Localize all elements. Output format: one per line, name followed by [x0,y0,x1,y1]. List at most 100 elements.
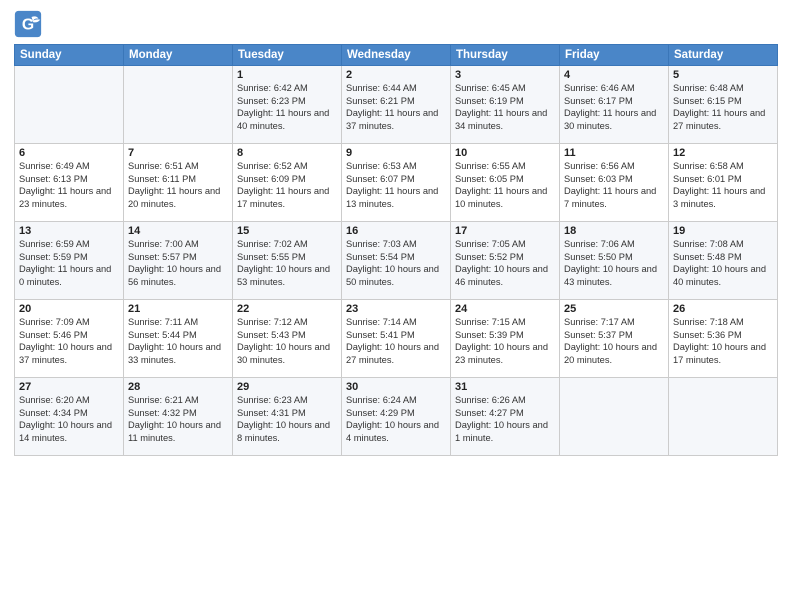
day-cell: 19Sunrise: 7:08 AM Sunset: 5:48 PM Dayli… [669,222,778,300]
day-cell: 12Sunrise: 6:58 AM Sunset: 6:01 PM Dayli… [669,144,778,222]
day-content: Sunrise: 6:20 AM Sunset: 4:34 PM Dayligh… [19,394,119,444]
day-cell [669,378,778,456]
calendar-table: SundayMondayTuesdayWednesdayThursdayFrid… [14,44,778,456]
day-number: 26 [673,303,773,315]
day-cell: 24Sunrise: 7:15 AM Sunset: 5:39 PM Dayli… [451,300,560,378]
day-cell: 30Sunrise: 6:24 AM Sunset: 4:29 PM Dayli… [342,378,451,456]
day-content: Sunrise: 6:49 AM Sunset: 6:13 PM Dayligh… [19,160,119,210]
day-content: Sunrise: 6:45 AM Sunset: 6:19 PM Dayligh… [455,82,555,132]
day-cell: 27Sunrise: 6:20 AM Sunset: 4:34 PM Dayli… [15,378,124,456]
logo-icon: G [14,10,42,38]
day-number: 25 [564,303,664,315]
day-number: 12 [673,147,773,159]
day-cell: 25Sunrise: 7:17 AM Sunset: 5:37 PM Dayli… [560,300,669,378]
day-number: 5 [673,69,773,81]
day-number: 1 [237,69,337,81]
weekday-header-thursday: Thursday [451,45,560,66]
logo: G [14,10,46,38]
day-content: Sunrise: 7:08 AM Sunset: 5:48 PM Dayligh… [673,238,773,288]
day-content: Sunrise: 6:42 AM Sunset: 6:23 PM Dayligh… [237,82,337,132]
day-content: Sunrise: 6:55 AM Sunset: 6:05 PM Dayligh… [455,160,555,210]
weekday-header-row: SundayMondayTuesdayWednesdayThursdayFrid… [15,45,778,66]
day-content: Sunrise: 7:05 AM Sunset: 5:52 PM Dayligh… [455,238,555,288]
day-number: 6 [19,147,119,159]
day-cell: 18Sunrise: 7:06 AM Sunset: 5:50 PM Dayli… [560,222,669,300]
day-cell: 31Sunrise: 6:26 AM Sunset: 4:27 PM Dayli… [451,378,560,456]
day-content: Sunrise: 6:56 AM Sunset: 6:03 PM Dayligh… [564,160,664,210]
day-content: Sunrise: 6:21 AM Sunset: 4:32 PM Dayligh… [128,394,228,444]
day-content: Sunrise: 6:52 AM Sunset: 6:09 PM Dayligh… [237,160,337,210]
day-cell: 17Sunrise: 7:05 AM Sunset: 5:52 PM Dayli… [451,222,560,300]
day-cell: 16Sunrise: 7:03 AM Sunset: 5:54 PM Dayli… [342,222,451,300]
day-cell: 7Sunrise: 6:51 AM Sunset: 6:11 PM Daylig… [124,144,233,222]
day-number: 11 [564,147,664,159]
day-cell: 22Sunrise: 7:12 AM Sunset: 5:43 PM Dayli… [233,300,342,378]
week-row-1: 1Sunrise: 6:42 AM Sunset: 6:23 PM Daylig… [15,66,778,144]
week-row-5: 27Sunrise: 6:20 AM Sunset: 4:34 PM Dayli… [15,378,778,456]
day-content: Sunrise: 6:44 AM Sunset: 6:21 PM Dayligh… [346,82,446,132]
day-number: 29 [237,381,337,393]
day-number: 3 [455,69,555,81]
day-number: 15 [237,225,337,237]
day-content: Sunrise: 7:17 AM Sunset: 5:37 PM Dayligh… [564,316,664,366]
day-number: 7 [128,147,228,159]
day-number: 17 [455,225,555,237]
day-number: 4 [564,69,664,81]
day-content: Sunrise: 6:48 AM Sunset: 6:15 PM Dayligh… [673,82,773,132]
day-number: 8 [237,147,337,159]
day-cell: 10Sunrise: 6:55 AM Sunset: 6:05 PM Dayli… [451,144,560,222]
day-cell: 20Sunrise: 7:09 AM Sunset: 5:46 PM Dayli… [15,300,124,378]
day-cell: 23Sunrise: 7:14 AM Sunset: 5:41 PM Dayli… [342,300,451,378]
weekday-header-monday: Monday [124,45,233,66]
day-cell: 1Sunrise: 6:42 AM Sunset: 6:23 PM Daylig… [233,66,342,144]
weekday-header-sunday: Sunday [15,45,124,66]
day-number: 22 [237,303,337,315]
weekday-header-saturday: Saturday [669,45,778,66]
day-content: Sunrise: 7:14 AM Sunset: 5:41 PM Dayligh… [346,316,446,366]
weekday-header-friday: Friday [560,45,669,66]
day-cell [560,378,669,456]
day-cell [124,66,233,144]
day-cell: 6Sunrise: 6:49 AM Sunset: 6:13 PM Daylig… [15,144,124,222]
day-cell: 4Sunrise: 6:46 AM Sunset: 6:17 PM Daylig… [560,66,669,144]
day-cell: 26Sunrise: 7:18 AM Sunset: 5:36 PM Dayli… [669,300,778,378]
day-number: 14 [128,225,228,237]
day-content: Sunrise: 7:03 AM Sunset: 5:54 PM Dayligh… [346,238,446,288]
day-number: 30 [346,381,446,393]
day-cell: 29Sunrise: 6:23 AM Sunset: 4:31 PM Dayli… [233,378,342,456]
day-cell: 28Sunrise: 6:21 AM Sunset: 4:32 PM Dayli… [124,378,233,456]
day-cell: 9Sunrise: 6:53 AM Sunset: 6:07 PM Daylig… [342,144,451,222]
day-cell: 13Sunrise: 6:59 AM Sunset: 5:59 PM Dayli… [15,222,124,300]
day-content: Sunrise: 7:00 AM Sunset: 5:57 PM Dayligh… [128,238,228,288]
week-row-4: 20Sunrise: 7:09 AM Sunset: 5:46 PM Dayli… [15,300,778,378]
weekday-header-wednesday: Wednesday [342,45,451,66]
day-cell: 11Sunrise: 6:56 AM Sunset: 6:03 PM Dayli… [560,144,669,222]
day-cell: 8Sunrise: 6:52 AM Sunset: 6:09 PM Daylig… [233,144,342,222]
day-number: 19 [673,225,773,237]
day-content: Sunrise: 6:59 AM Sunset: 5:59 PM Dayligh… [19,238,119,288]
day-number: 9 [346,147,446,159]
day-cell: 21Sunrise: 7:11 AM Sunset: 5:44 PM Dayli… [124,300,233,378]
day-content: Sunrise: 7:02 AM Sunset: 5:55 PM Dayligh… [237,238,337,288]
day-content: Sunrise: 7:12 AM Sunset: 5:43 PM Dayligh… [237,316,337,366]
day-cell: 15Sunrise: 7:02 AM Sunset: 5:55 PM Dayli… [233,222,342,300]
day-number: 24 [455,303,555,315]
day-number: 16 [346,225,446,237]
day-cell: 2Sunrise: 6:44 AM Sunset: 6:21 PM Daylig… [342,66,451,144]
day-content: Sunrise: 6:53 AM Sunset: 6:07 PM Dayligh… [346,160,446,210]
week-row-3: 13Sunrise: 6:59 AM Sunset: 5:59 PM Dayli… [15,222,778,300]
day-content: Sunrise: 7:18 AM Sunset: 5:36 PM Dayligh… [673,316,773,366]
week-row-2: 6Sunrise: 6:49 AM Sunset: 6:13 PM Daylig… [15,144,778,222]
day-number: 18 [564,225,664,237]
day-number: 28 [128,381,228,393]
day-number: 27 [19,381,119,393]
weekday-header-tuesday: Tuesday [233,45,342,66]
day-cell: 14Sunrise: 7:00 AM Sunset: 5:57 PM Dayli… [124,222,233,300]
day-content: Sunrise: 6:24 AM Sunset: 4:29 PM Dayligh… [346,394,446,444]
day-number: 2 [346,69,446,81]
day-content: Sunrise: 7:15 AM Sunset: 5:39 PM Dayligh… [455,316,555,366]
day-number: 31 [455,381,555,393]
day-number: 20 [19,303,119,315]
header: G [14,10,778,38]
day-number: 13 [19,225,119,237]
